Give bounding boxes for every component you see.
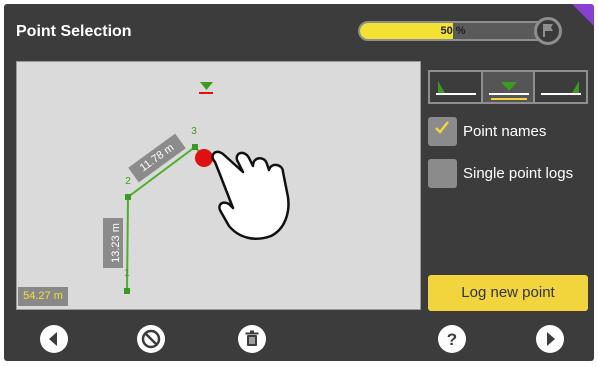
cancel-button[interactable] — [137, 325, 165, 353]
forward-icon — [547, 332, 555, 346]
left-view-icon — [436, 81, 476, 95]
help-icon: ? — [447, 330, 457, 349]
progress-label: 50 % — [440, 25, 466, 37]
back-icon — [49, 332, 57, 346]
map-drawing: 13.23 m 11.78 m 1 2 3 — [103, 82, 290, 294]
target-marker — [199, 82, 213, 94]
point-names-checkbox[interactable] — [428, 116, 457, 146]
view-left-button[interactable] — [430, 72, 483, 102]
delete-button[interactable] — [238, 325, 266, 353]
point-label-2: 2 — [125, 176, 131, 187]
view-right-button[interactable] — [535, 72, 586, 102]
svg-text:?: ? — [447, 330, 457, 349]
back-button[interactable] — [40, 325, 68, 353]
segment-label-1: 13.23 m — [103, 218, 123, 268]
single-point-logs-checkbox[interactable] — [428, 158, 457, 188]
point-selection-screen: Point Selection 50 % 13.23 m 11.78 m 1 2… — [4, 4, 594, 361]
finish-flag-button[interactable] — [534, 17, 562, 45]
total-length-badge: 54.27 m — [18, 287, 68, 306]
map-point-3[interactable] — [192, 144, 198, 150]
point-names-option[interactable]: Point names — [428, 116, 546, 146]
active-point-marker[interactable] — [195, 149, 213, 167]
map-point-1[interactable] — [124, 288, 130, 294]
help-button[interactable]: ? — [438, 325, 466, 353]
progress-indicator: 50 % — [358, 17, 564, 45]
map-canvas[interactable]: 13.23 m 11.78 m 1 2 3 54.27 m — [16, 61, 421, 310]
point-label-1: 1 — [124, 268, 130, 279]
center-view-icon — [488, 82, 529, 100]
tap-hand-icon — [211, 150, 290, 240]
point-label-3: 3 — [191, 126, 197, 137]
view-toggle[interactable] — [428, 70, 588, 104]
checkmark-icon — [435, 120, 449, 134]
single-point-logs-label: Single point logs — [463, 164, 574, 182]
forward-button[interactable] — [536, 325, 564, 353]
point-names-label: Point names — [463, 122, 547, 140]
log-new-point-button[interactable]: Log new point — [428, 275, 588, 311]
view-center-button[interactable] — [482, 72, 536, 102]
flag-icon — [543, 24, 553, 37]
single-point-logs-option[interactable]: Single point logs — [428, 158, 573, 188]
delete-icon — [245, 330, 259, 346]
corner-indicator — [572, 4, 594, 26]
right-view-icon — [541, 81, 582, 95]
svg-text:13.23 m: 13.23 m — [110, 223, 122, 263]
page-title: Point Selection — [16, 23, 132, 40]
map-point-2[interactable] — [125, 194, 131, 200]
progress-track: 50 % — [358, 21, 548, 41]
cancel-icon — [141, 329, 161, 349]
